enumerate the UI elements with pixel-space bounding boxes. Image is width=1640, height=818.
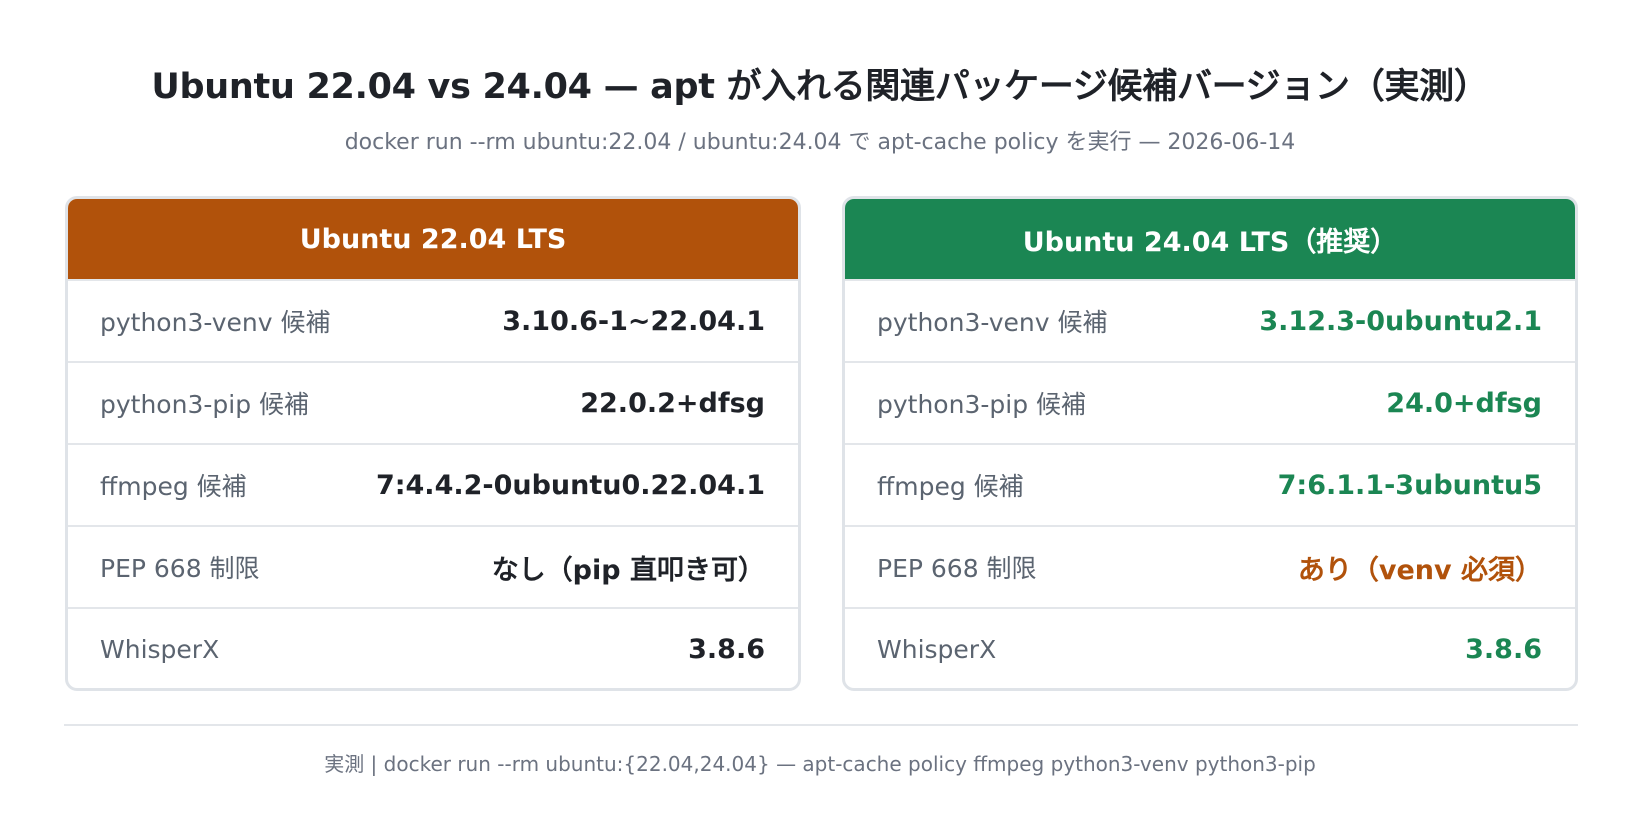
card-header-ubuntu-2204: Ubuntu 22.04 LTS [68,199,798,279]
row-value: あり（venv 必須） [1297,554,1542,586]
table-row-python3-pip: python3-pip 候補 24.0+dfsg [845,361,1575,443]
table-row-ffmpeg: ffmpeg 候補 7:4.4.2-0ubuntu0.22.04.1 [68,443,798,525]
row-value: なし（pip 直叩き可） [491,554,765,586]
row-label: WhisperX [877,634,997,664]
row-value: 24.0+dfsg [1386,387,1542,419]
card-header-ubuntu-2404: Ubuntu 24.04 LTS（推奨） [845,199,1575,279]
row-label: python3-pip 候補 [877,390,1087,419]
table-row-pep668: PEP 668 制限 あり（venv 必須） [845,525,1575,607]
row-value: 3.8.6 [688,633,765,665]
row-label: python3-pip 候補 [100,390,310,419]
row-label: ffmpeg 候補 [100,472,247,501]
row-value: 3.12.3-0ubuntu2.1 [1259,305,1542,337]
row-value: 3.8.6 [1465,633,1542,665]
card-ubuntu-2204: Ubuntu 22.04 LTS python3-venv 候補 3.10.6-… [65,196,801,691]
table-row-python3-venv: python3-venv 候補 3.10.6-1~22.04.1 [68,279,798,361]
footer-note: 実測 | docker run --rm ubuntu:{22.04,24.04… [324,752,1316,776]
row-value: 22.0.2+dfsg [580,387,765,419]
footer-divider [64,724,1578,726]
row-value: 7:6.1.1-3ubuntu5 [1277,469,1542,501]
page-subtitle: docker run --rm ubuntu:22.04 / ubuntu:24… [344,130,1296,155]
page-title: Ubuntu 22.04 vs 24.04 — apt が入れる関連パッケージ候… [151,67,1489,107]
row-label: WhisperX [100,634,220,664]
row-label: python3-venv 候補 [100,308,331,337]
row-value: 7:4.4.2-0ubuntu0.22.04.1 [375,469,765,501]
table-row-whisperx: WhisperX 3.8.6 [845,607,1575,688]
table-row-pep668: PEP 668 制限 なし（pip 直叩き可） [68,525,798,607]
table-row-python3-pip: python3-pip 候補 22.0.2+dfsg [68,361,798,443]
row-label: PEP 668 制限 [877,554,1037,583]
row-label: PEP 668 制限 [100,554,260,583]
card-ubuntu-2404: Ubuntu 24.04 LTS（推奨） python3-venv 候補 3.1… [842,196,1578,691]
row-value: 3.10.6-1~22.04.1 [502,305,765,337]
table-row-python3-venv: python3-venv 候補 3.12.3-0ubuntu2.1 [845,279,1575,361]
row-label: ffmpeg 候補 [877,472,1024,501]
table-row-whisperx: WhisperX 3.8.6 [68,607,798,688]
table-row-ffmpeg: ffmpeg 候補 7:6.1.1-3ubuntu5 [845,443,1575,525]
row-label: python3-venv 候補 [877,308,1108,337]
